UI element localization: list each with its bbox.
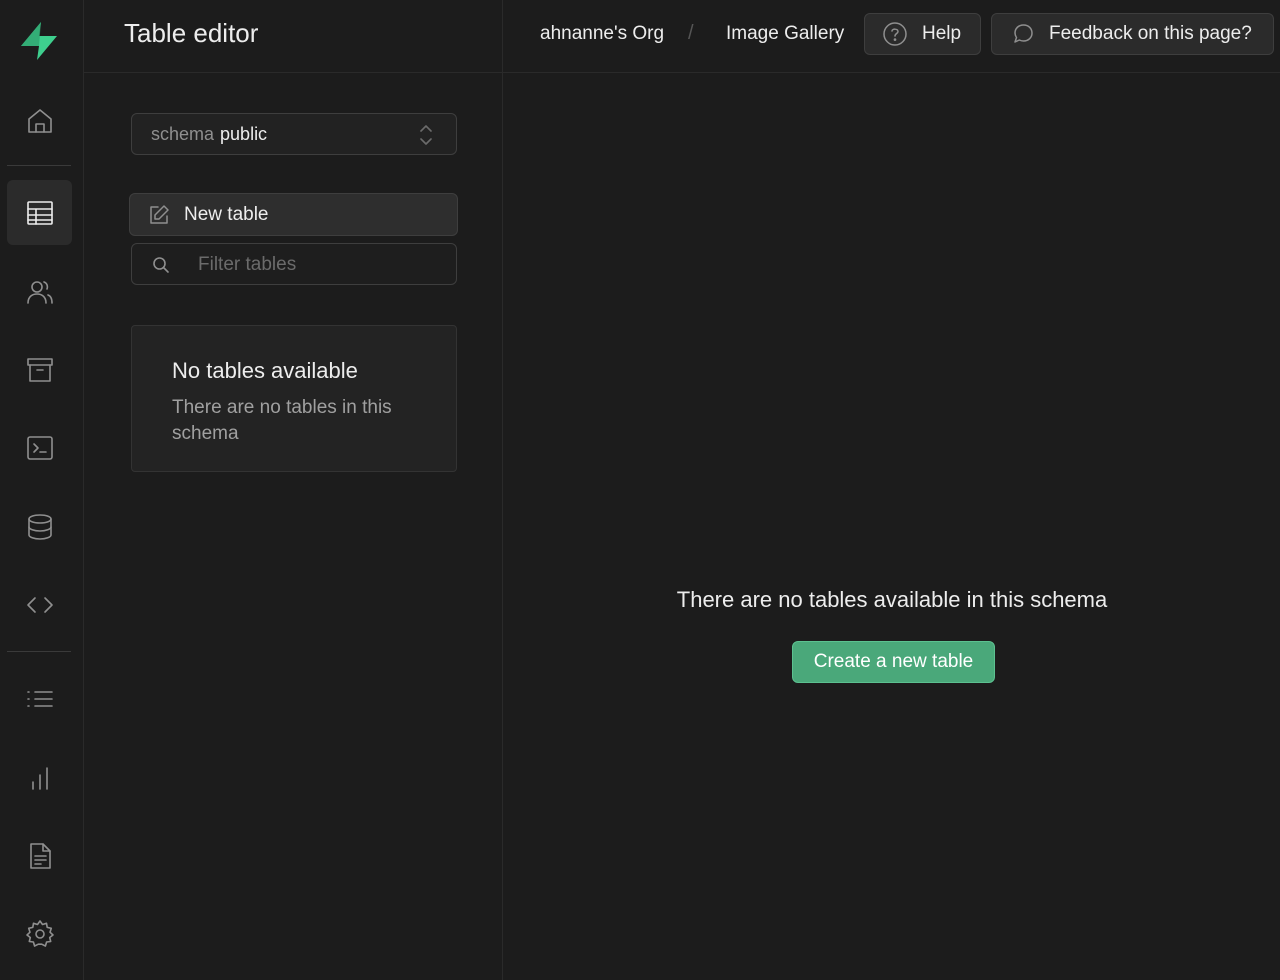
icon-rail — [0, 0, 84, 980]
supabase-logo[interactable] — [17, 20, 61, 62]
header-divider — [84, 72, 1280, 73]
rail-authentication[interactable] — [7, 259, 72, 324]
users-icon — [26, 280, 53, 304]
rail-sql-editor[interactable] — [7, 415, 72, 480]
schema-value: public — [220, 123, 268, 144]
rail-table-editor[interactable] — [7, 180, 72, 245]
bar-chart-icon — [31, 766, 48, 790]
message-circle-icon — [1014, 24, 1033, 43]
new-table-label: New table — [184, 204, 269, 225]
create-new-table-button[interactable]: Create a new table — [792, 641, 995, 683]
page-title: Table editor — [124, 18, 259, 48]
code-icon — [26, 596, 53, 613]
help-button[interactable]: Help — [864, 13, 981, 55]
schema-prefix: schema — [151, 123, 215, 144]
feedback-label: Feedback on this page? — [1049, 23, 1252, 44]
chevron-up-down-icon — [420, 125, 432, 145]
feedback-button[interactable]: Feedback on this page? — [991, 13, 1274, 55]
filter-tables — [131, 243, 457, 285]
filter-tables-input[interactable] — [198, 252, 438, 278]
breadcrumb-separator: / — [688, 22, 694, 44]
rail-reports[interactable] — [7, 745, 72, 810]
main-empty-message: There are no tables available in this sc… — [676, 587, 1108, 612]
breadcrumb-org[interactable]: ahnanne's Org — [540, 23, 664, 45]
breadcrumb-project[interactable]: Image Gallery — [726, 23, 844, 45]
new-table-button[interactable]: New table — [129, 193, 458, 236]
list-icon — [26, 690, 53, 707]
rail-api[interactable] — [7, 572, 72, 637]
help-circle-icon — [883, 22, 907, 46]
schema-select[interactable]: schema public — [131, 113, 457, 155]
rail-separator — [7, 165, 71, 166]
database-icon — [27, 513, 52, 540]
rail-logs[interactable] — [7, 666, 72, 731]
document-icon — [29, 842, 51, 869]
table-icon — [26, 200, 53, 225]
rail-home[interactable] — [7, 88, 72, 153]
search-icon — [153, 257, 169, 273]
help-label: Help — [922, 23, 962, 44]
empty-tables-card: No tables available There are no tables … — [131, 325, 457, 472]
edit-icon — [150, 205, 169, 224]
rail-settings[interactable] — [7, 901, 72, 966]
empty-tables-title: No tables available — [172, 358, 358, 383]
home-icon — [27, 108, 52, 133]
rail-database[interactable] — [7, 494, 72, 559]
archive-icon — [26, 357, 53, 382]
gear-icon — [25, 919, 54, 947]
app-root: Table editor ahnanne's Org / Image Galle… — [0, 0, 1280, 980]
rail-separator — [7, 651, 71, 652]
empty-tables-description: There are no tables in this schema — [172, 397, 392, 444]
panel-divider — [502, 0, 503, 980]
terminal-icon — [26, 435, 53, 460]
rail-docs[interactable] — [7, 823, 72, 888]
rail-storage[interactable] — [7, 337, 72, 402]
